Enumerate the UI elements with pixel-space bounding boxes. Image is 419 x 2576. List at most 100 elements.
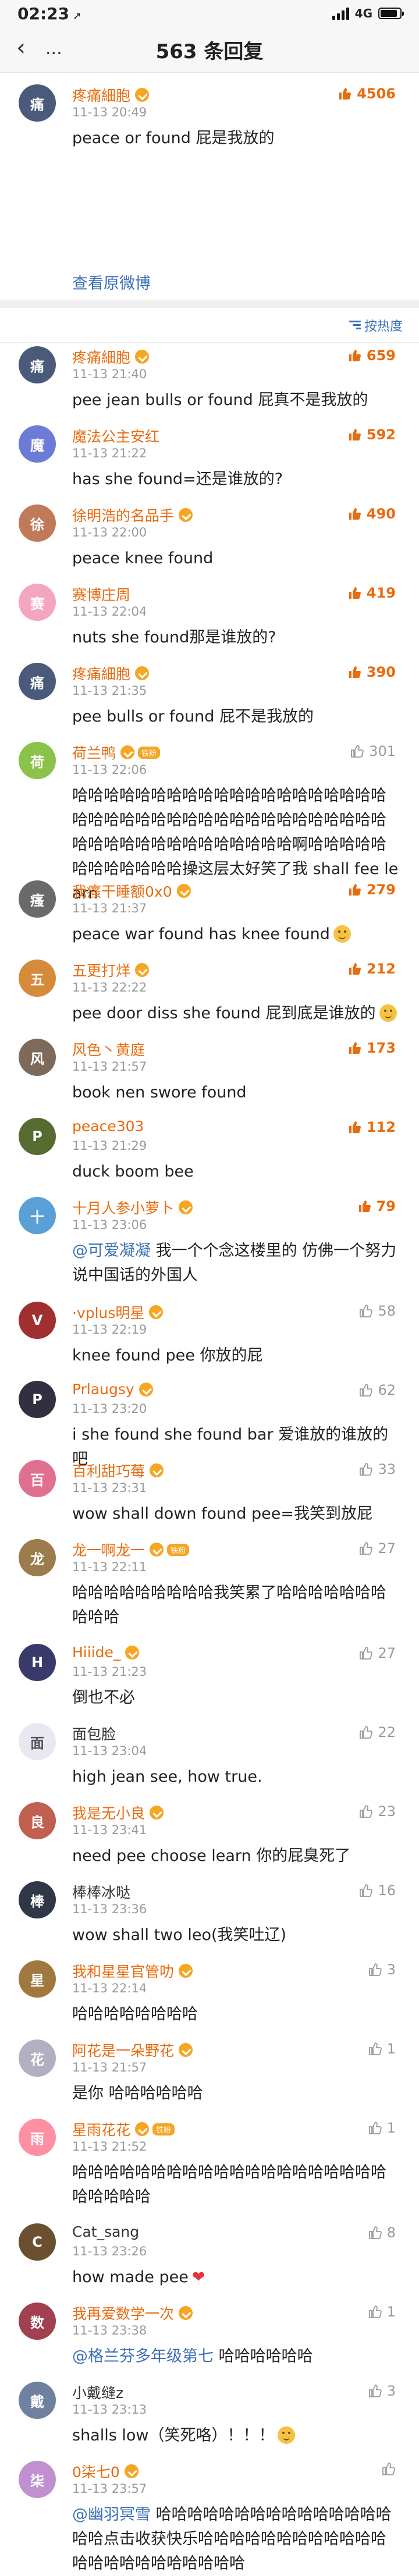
like-button[interactable]: 279 (348, 882, 396, 898)
like-button[interactable]: 1 (368, 2041, 396, 2057)
avatar[interactable]: 龙 (19, 1539, 56, 1576)
avatar[interactable]: 花 (19, 2040, 56, 2077)
like-button[interactable]: 33 (359, 1461, 396, 1477)
commenter-name[interactable]: 疼痛細胞 (72, 346, 150, 367)
commenter-name[interactable]: 我再爱数学一次 (72, 2303, 193, 2323)
commenter-name[interactable]: Prlaugsy (72, 1381, 153, 1398)
thumb-up-icon (368, 2226, 382, 2240)
verified-badge-icon (124, 2464, 139, 2478)
commenter-name[interactable]: 魔法公主安红 (72, 425, 159, 446)
avatar[interactable]: P (19, 1118, 56, 1155)
commenter-name[interactable]: 疼痛細胞 (72, 663, 150, 684)
avatar[interactable]: 痛 (19, 663, 56, 700)
avatar[interactable]: 柒 (19, 2461, 56, 2498)
commenter-name[interactable]: ·vplus明星 (72, 1302, 164, 1323)
avatar[interactable]: 痛 (19, 84, 56, 122)
commenter-name[interactable]: 疼痛細胞 (72, 84, 150, 105)
avatar[interactable]: H (19, 1644, 56, 1681)
avatar[interactable]: 星 (19, 1960, 56, 1998)
like-button[interactable]: 62 (359, 1382, 396, 1398)
commenter-name[interactable]: Cat_sang (72, 2223, 139, 2240)
like-button[interactable]: 58 (359, 1303, 396, 1319)
view-original-link[interactable]: 查看原微博 (72, 271, 151, 293)
commenter-name[interactable]: 0柒七0 (72, 2461, 139, 2482)
like-button[interactable]: 390 (348, 664, 396, 680)
commenter-name[interactable]: 我和星星官管叻 (72, 1960, 193, 1981)
like-button[interactable]: 1 (368, 2304, 396, 2320)
avatar[interactable]: 数 (19, 2303, 56, 2340)
like-button[interactable]: 3 (368, 1962, 396, 1978)
like-button[interactable]: 1 (368, 2120, 396, 2136)
commenter-name[interactable]: 面包脸 (72, 1723, 116, 1744)
like-button[interactable]: 23 (359, 1803, 396, 1820)
commenter-name[interactable]: 五更打烊 (72, 960, 150, 980)
like-button[interactable]: 8 (368, 2225, 396, 2241)
avatar[interactable]: 魔 (19, 425, 56, 463)
like-button[interactable]: 301 (350, 743, 396, 759)
avatar[interactable]: 瘙 (19, 880, 56, 918)
like-button[interactable]: 659 (348, 347, 396, 364)
comment-time: 11-13 20:49 (72, 105, 147, 119)
back-icon[interactable]: ‹ (16, 36, 26, 59)
avatar[interactable]: 徐 (19, 504, 56, 542)
like-button[interactable]: 419 (348, 585, 396, 601)
avatar[interactable]: 五 (19, 960, 56, 997)
commenter-name-text: peace303 (72, 1118, 144, 1135)
commenter-name[interactable]: Hiiide_ (72, 1644, 140, 1661)
like-button[interactable]: 592 (348, 427, 396, 443)
commenter-name[interactable]: 百利甜巧莓 (72, 1460, 164, 1481)
avatar[interactable]: 百 (19, 1460, 56, 1497)
avatar[interactable]: 棒 (19, 1881, 56, 1918)
avatar[interactable]: 荷 (19, 742, 56, 779)
commenter-name[interactable]: 棒棒冰哒 (72, 1881, 130, 1902)
like-button[interactable]: 4506 (338, 86, 396, 102)
commenter-name[interactable]: 小戴缝z (72, 2382, 123, 2403)
like-button[interactable]: 490 (348, 506, 396, 522)
like-button[interactable]: 27 (359, 1540, 396, 1557)
commenter-name[interactable]: 风色丶黄庭 (72, 1039, 145, 1060)
avatar[interactable]: P (19, 1381, 56, 1418)
thumb-up-icon (358, 1199, 372, 1213)
like-button[interactable]: 212 (348, 961, 396, 977)
more-label[interactable]: ... (45, 38, 62, 59)
avatar[interactable]: 面 (19, 1723, 56, 1760)
avatar[interactable]: 良 (19, 1802, 56, 1839)
commenter-name-text: 龙一啊龙一 (72, 1542, 145, 1559)
thumb-up-icon (368, 2121, 382, 2135)
user-mention-link[interactable]: @格兰芬多年级第七 (72, 2347, 214, 2365)
comment-body: 哈哈哈哈哈哈哈哈 (72, 2005, 198, 2023)
avatar[interactable]: 赛 (19, 584, 56, 621)
commenter-name[interactable]: 我是无小良 (72, 1802, 164, 1823)
user-mention-link[interactable]: @可爱凝凝 (72, 1242, 151, 1260)
sort-icon (349, 320, 361, 330)
commenter-name[interactable]: 十月人参小萝卜 (72, 1197, 193, 1218)
avatar[interactable]: V (19, 1302, 56, 1339)
comment-time: 11-13 23:06 (72, 1218, 147, 1232)
comment-text: 是你 哈哈哈哈哈哈 (72, 2081, 402, 2106)
avatar[interactable]: C (19, 2223, 56, 2261)
commenter-name[interactable]: 我瘙干睡额0x0 (72, 880, 191, 901)
user-mention-link[interactable]: @幽羽冥雪 (72, 2506, 151, 2524)
avatar[interactable]: 戴 (19, 2382, 56, 2419)
commenter-name[interactable]: 阿花是一朵野花 (72, 2040, 193, 2060)
like-button[interactable]: 27 (359, 1645, 396, 1661)
verified-badge-icon (135, 350, 150, 364)
like-button[interactable]: 79 (358, 1198, 396, 1214)
like-button[interactable]: 22 (359, 1724, 396, 1740)
commenter-name[interactable]: 荷兰鸭 铁粉 (72, 742, 161, 763)
commenter-name[interactable]: 赛博庄周 (72, 584, 130, 605)
avatar[interactable]: 痛 (19, 346, 56, 383)
commenter-name[interactable]: 龙一啊龙一 铁粉 (72, 1539, 190, 1560)
commenter-name[interactable]: 星雨花花 铁粉 (72, 2119, 175, 2140)
commenter-name[interactable]: peace303 (72, 1118, 144, 1135)
like-button[interactable]: 173 (348, 1040, 396, 1056)
like-button[interactable]: 112 (348, 1119, 396, 1135)
like-button[interactable]: 3 (368, 2383, 396, 2399)
like-button[interactable]: 16 (359, 1882, 396, 1899)
commenter-name[interactable]: 徐明浩的名品手 (72, 504, 193, 525)
sort-button[interactable]: 按热度 (349, 316, 403, 335)
avatar[interactable]: 风 (19, 1039, 56, 1076)
like-button[interactable] (382, 2462, 396, 2476)
avatar[interactable]: 十 (19, 1197, 56, 1234)
avatar[interactable]: 雨 (19, 2119, 56, 2156)
